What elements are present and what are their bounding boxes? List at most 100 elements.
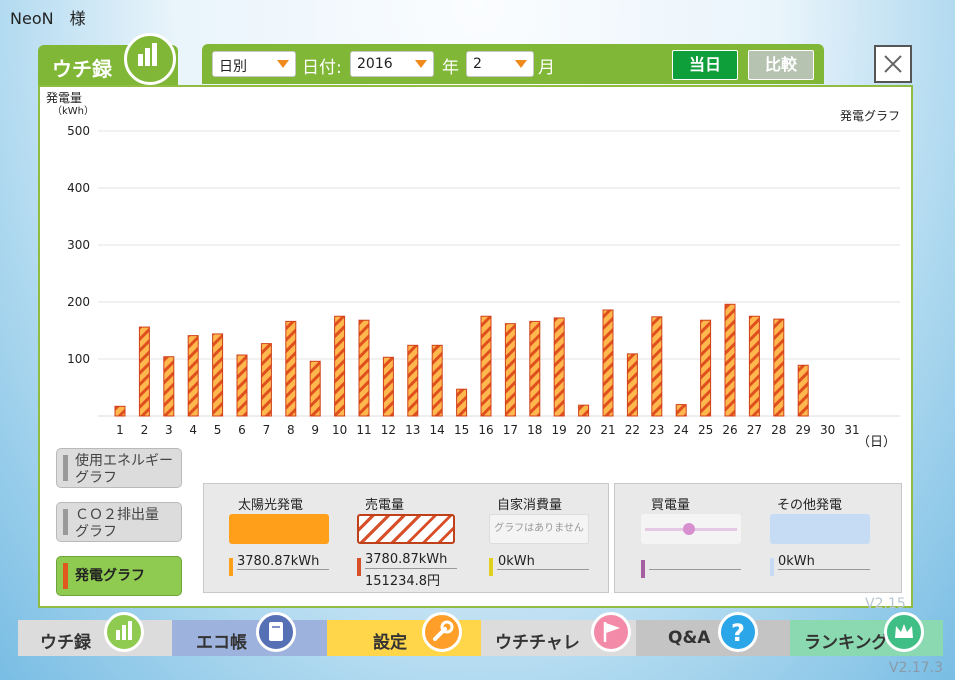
legend-self-value: 0kWh xyxy=(498,554,535,569)
bar-day-4[interactable] xyxy=(187,335,199,417)
y-axis-label: 発電量 xyxy=(46,91,82,105)
divider xyxy=(497,569,589,570)
bar-day-8[interactable] xyxy=(285,320,297,417)
bar-day-18[interactable] xyxy=(529,320,541,417)
bar-day-12[interactable] xyxy=(382,356,394,417)
close-icon xyxy=(884,55,902,73)
legend-sold-amount: 151234.8円 xyxy=(365,574,441,589)
mode-select-value: 日別 xyxy=(219,59,247,75)
bar-day-2[interactable] xyxy=(138,326,150,417)
bar-day-14[interactable] xyxy=(431,344,443,417)
nav-ecocho-label: エコ帳 xyxy=(196,633,247,653)
flag-icon xyxy=(591,612,631,652)
notebook-icon xyxy=(256,612,296,652)
energy-graph-button[interactable]: 使用エネルギー グラフ xyxy=(56,448,182,488)
bar-day-24[interactable] xyxy=(675,404,687,417)
year-select[interactable]: 2016 xyxy=(350,51,434,77)
nav-uchichare-label: ウチチャレ xyxy=(495,633,580,653)
bar-day-13[interactable] xyxy=(407,344,419,417)
bar-day-28[interactable] xyxy=(773,318,785,417)
bar-day-20[interactable] xyxy=(578,404,590,417)
nav-ranking-label: ランキング xyxy=(804,633,889,653)
bar-day-25[interactable] xyxy=(700,319,712,417)
legend-solar-swatch xyxy=(229,514,329,544)
question-icon: ? xyxy=(718,612,758,652)
nav-uchiroku[interactable]: ウチ録 xyxy=(18,612,172,656)
nav-uchiroku-label: ウチ録 xyxy=(40,633,91,653)
tab-uchiroku[interactable]: ウチ録 xyxy=(38,33,178,87)
bar-day-29[interactable] xyxy=(797,364,809,417)
bar-day-5[interactable] xyxy=(212,333,224,417)
close-button[interactable] xyxy=(874,45,912,83)
bar-day-7[interactable] xyxy=(260,343,272,417)
divider xyxy=(237,569,329,570)
nav-ecocho[interactable]: エコ帳 xyxy=(172,612,327,656)
legend-sold-value: 3780.87kWh xyxy=(365,552,448,567)
legend-other-marker xyxy=(770,558,774,576)
x-tick-label: 15 xyxy=(454,423,469,437)
bar-day-22[interactable] xyxy=(626,353,638,417)
x-tick-label: 8 xyxy=(287,423,295,437)
bar-day-19[interactable] xyxy=(553,317,565,417)
month-select[interactable]: 2 xyxy=(466,51,534,77)
bar-day-9[interactable] xyxy=(309,360,321,417)
bar-day-11[interactable] xyxy=(358,319,370,417)
bar-day-10[interactable] xyxy=(334,315,346,417)
x-tick-label: 18 xyxy=(527,423,542,437)
slider-handle xyxy=(683,523,695,535)
version-inner: V2.15 xyxy=(865,596,906,612)
chart-title: 発電グラフ xyxy=(840,109,900,123)
today-button[interactable]: 当日 xyxy=(672,50,738,80)
bar-day-3[interactable] xyxy=(163,356,175,417)
x-tick-label: 23 xyxy=(649,423,664,437)
nav-settings-label: 設定 xyxy=(373,633,407,653)
legend-solar-marker xyxy=(229,558,233,576)
generation-graph-button[interactable]: 発電グラフ xyxy=(56,556,182,596)
x-tick-label: 24 xyxy=(674,423,689,437)
legend-bought-marker xyxy=(641,560,645,578)
bar-day-21[interactable] xyxy=(602,309,614,417)
y-tick-label: 100 xyxy=(67,352,90,366)
bar-day-27[interactable] xyxy=(748,315,760,417)
x-tick-label: 14 xyxy=(430,423,445,437)
x-tick-label: 7 xyxy=(263,423,271,437)
bar-day-17[interactable] xyxy=(504,323,516,417)
energy-graph-line2: グラフ xyxy=(75,470,117,486)
bar-day-23[interactable] xyxy=(651,316,663,417)
user-name: NeoN 様 xyxy=(10,9,86,28)
toolbar: 日別 日付: 2016 年 2 月 当日 比較 xyxy=(202,44,824,84)
bottom-nav: ウチ録 エコ帳 設定 ウチチャレ Q&A ? ランキング xyxy=(18,612,943,656)
generation-chart: 発電量 （kWh） 発電グラフ （日） 100200300400500 1234… xyxy=(46,91,900,450)
bar-chart-icon xyxy=(124,33,176,85)
bar-day-1[interactable] xyxy=(114,405,126,417)
bar-day-6[interactable] xyxy=(236,354,248,417)
x-tick-label: 27 xyxy=(747,423,762,437)
y-tick-label: 300 xyxy=(67,238,90,252)
nav-settings[interactable]: 設定 xyxy=(327,612,481,656)
legend-bought-label: 買電量 xyxy=(651,498,691,513)
co2-graph-label: ＣＯ２排出量 グラフ xyxy=(75,507,159,541)
mode-select[interactable]: 日別 xyxy=(212,51,296,77)
x-tick-label: 25 xyxy=(698,423,713,437)
x-tick-label: 31 xyxy=(844,423,859,437)
nav-qa-label: Q&A xyxy=(668,628,711,648)
compare-button[interactable]: 比較 xyxy=(748,50,814,80)
x-tick-label: 21 xyxy=(600,423,615,437)
legend-solar-label: 太陽光発電 xyxy=(238,498,304,513)
co2-graph-button[interactable]: ＣＯ２排出量 グラフ xyxy=(56,502,182,542)
nav-ranking[interactable]: ランキング xyxy=(790,612,943,656)
x-tick-label: 2 xyxy=(141,423,149,437)
nav-uchichare[interactable]: ウチチャレ xyxy=(481,612,636,656)
y-tick-label: 400 xyxy=(67,181,90,195)
legend-sold-marker xyxy=(357,558,361,576)
x-tick-label: 9 xyxy=(311,423,319,437)
x-tick-label: 26 xyxy=(722,423,737,437)
legend-sold-swatch xyxy=(357,514,455,544)
generation-graph-label: 発電グラフ xyxy=(75,568,145,584)
legend-sold-label: 売電量 xyxy=(365,498,405,513)
bar-day-26[interactable] xyxy=(724,303,736,417)
nav-qa[interactable]: Q&A ? xyxy=(636,612,790,656)
bar-day-16[interactable] xyxy=(480,315,492,417)
x-tick-label: 28 xyxy=(771,423,786,437)
bar-day-15[interactable] xyxy=(456,388,468,417)
